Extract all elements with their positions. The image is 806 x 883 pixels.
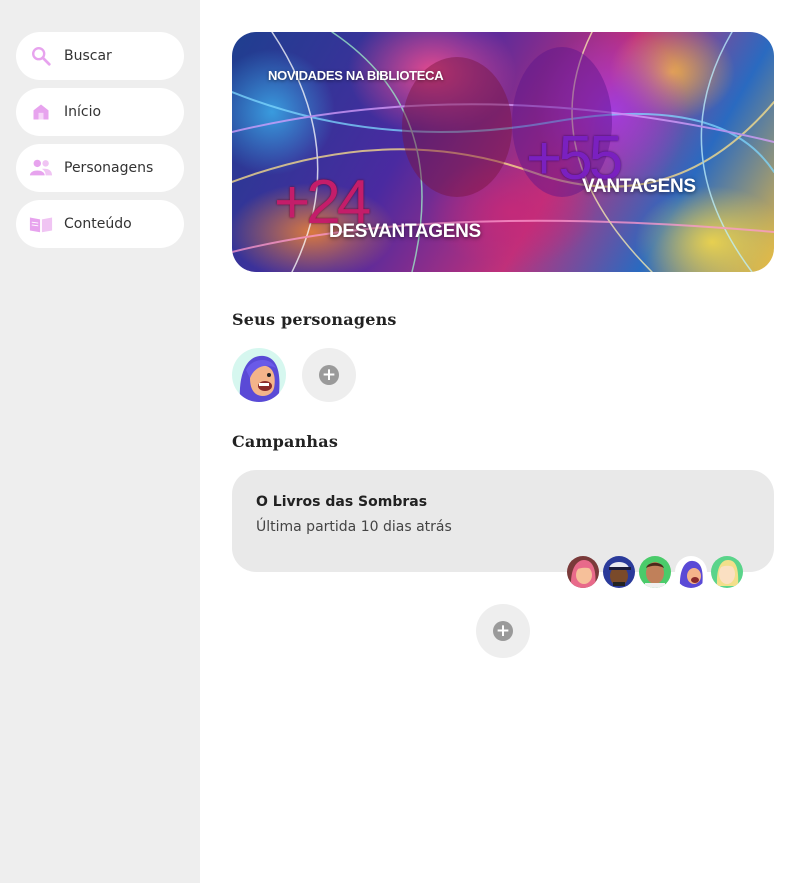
characters-section-title: Seus personagens	[232, 310, 397, 329]
sidebar-item-label: Buscar	[64, 48, 112, 64]
banner-label: NOVIDADES NA BIBLIOTECA	[268, 68, 444, 83]
party-avatar	[675, 556, 707, 588]
sidebar-item-personagens[interactable]: Personagens	[16, 144, 184, 192]
campaign-title: O Livros das Sombras	[256, 494, 428, 510]
plus-icon: +	[319, 365, 339, 385]
campaign-card[interactable]: O Livros das Sombras Última partida 10 d…	[232, 470, 774, 588]
party-avatar	[639, 556, 671, 588]
campaign-last-played: Última partida 10 dias atrás	[256, 519, 452, 535]
add-campaign-button[interactable]: +	[476, 604, 530, 658]
sidebar-item-inicio[interactable]: Início	[16, 88, 184, 136]
main-content: NOVIDADES NA BIBLIOTECA +24 DESVANTAGENS…	[232, 32, 774, 658]
library-news-banner[interactable]: NOVIDADES NA BIBLIOTECA +24 DESVANTAGENS…	[232, 32, 774, 272]
add-character-button[interactable]: +	[302, 348, 356, 402]
campaign-party	[567, 556, 743, 588]
people-icon	[29, 156, 53, 180]
advantages-label: VANTAGENS	[582, 176, 696, 197]
sidebar: Buscar Início Personagens Conteúdo	[0, 0, 200, 883]
sidebar-item-label: Conteúdo	[64, 216, 132, 232]
sidebar-item-conteudo[interactable]: Conteúdo	[16, 200, 184, 248]
search-icon	[29, 44, 53, 68]
party-avatar	[711, 556, 743, 588]
sidebar-item-buscar[interactable]: Buscar	[16, 32, 184, 80]
character-avatar[interactable]	[232, 348, 286, 402]
home-icon	[29, 100, 53, 124]
sidebar-item-label: Início	[64, 104, 102, 120]
party-avatar	[567, 556, 599, 588]
sidebar-item-label: Personagens	[64, 160, 154, 176]
plus-icon: +	[493, 621, 513, 641]
campaigns-section-title: Campanhas	[232, 432, 339, 451]
disadvantages-label: DESVANTAGENS	[329, 221, 481, 242]
book-icon	[29, 212, 53, 236]
party-avatar	[603, 556, 635, 588]
character-list: +	[232, 348, 774, 402]
